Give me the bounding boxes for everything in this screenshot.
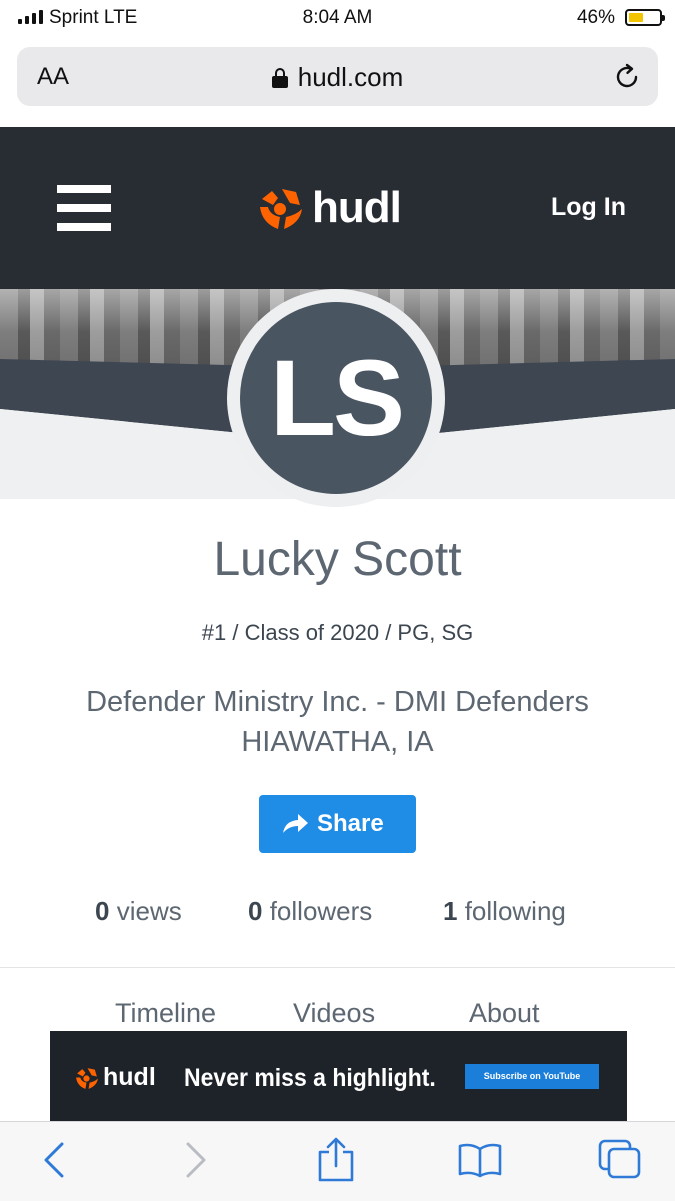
status-bar: Sprint LTE 8:04 AM 46% (0, 0, 675, 36)
avatar: LS (240, 302, 432, 494)
clock: 8:04 AM (302, 7, 373, 28)
hudl-logo-icon (260, 189, 302, 229)
share-label: Share (317, 810, 384, 837)
share-button[interactable]: Share (259, 795, 416, 853)
views-label: views (116, 896, 182, 926)
team-name[interactable]: Defender Ministry Inc. - DMI Defenders (0, 682, 675, 722)
tab-about[interactable]: About (469, 998, 540, 1029)
views-count: 0 (95, 896, 110, 926)
reload-icon[interactable] (612, 62, 642, 92)
menu-icon[interactable] (57, 185, 111, 231)
ad-tagline: Never miss a highlight. (184, 1064, 436, 1092)
team-info: Defender Ministry Inc. - DMI Defenders H… (0, 682, 675, 762)
following-label: following (464, 896, 566, 926)
site-header: hudl Log In (0, 127, 675, 289)
share-arrow-icon (283, 814, 308, 833)
following-count: 1 (443, 896, 458, 926)
views-stat: 0 views (95, 896, 182, 927)
login-link[interactable]: Log In (551, 193, 626, 222)
subscribe-button[interactable]: Subscribe on YouTube (465, 1064, 599, 1089)
url-display[interactable]: hudl.com (17, 62, 658, 93)
share-sheet-icon[interactable] (316, 1136, 356, 1182)
battery-icon (625, 9, 665, 26)
forward-icon[interactable] (180, 1140, 210, 1180)
followers-label: followers (269, 896, 373, 926)
tab-timeline[interactable]: Timeline (115, 998, 216, 1029)
ad-brand: hudl (103, 1063, 156, 1091)
promo-banner[interactable]: hudl Never miss a highlight. Subscribe o… (50, 1031, 627, 1121)
bookmarks-icon[interactable] (457, 1142, 503, 1178)
athlete-name: Lucky Scott (213, 533, 462, 586)
browser-toolbar (0, 1121, 675, 1201)
followers-stat[interactable]: 0 followers (248, 896, 372, 927)
hudl-logo-icon (76, 1067, 98, 1089)
url-text: hudl.com (297, 62, 404, 92)
address-bar[interactable]: AA hudl.com (17, 47, 658, 106)
divider (0, 967, 675, 968)
hudl-logo[interactable]: hudl (256, 177, 402, 239)
athlete-meta: #1 / Class of 2020 / PG, SG (201, 620, 474, 645)
followers-count: 0 (248, 896, 263, 926)
back-icon[interactable] (40, 1140, 70, 1180)
lock-icon (271, 68, 288, 88)
tab-videos[interactable]: Videos (293, 998, 375, 1029)
team-location: HIAWATHA, IA (241, 726, 434, 758)
tabs-icon[interactable] (597, 1138, 643, 1180)
following-stat[interactable]: 1 following (443, 896, 566, 927)
brand-wordmark: hudl (312, 183, 402, 232)
battery-percent: 46% (576, 7, 615, 28)
ad-logo: hudl (74, 1063, 156, 1092)
